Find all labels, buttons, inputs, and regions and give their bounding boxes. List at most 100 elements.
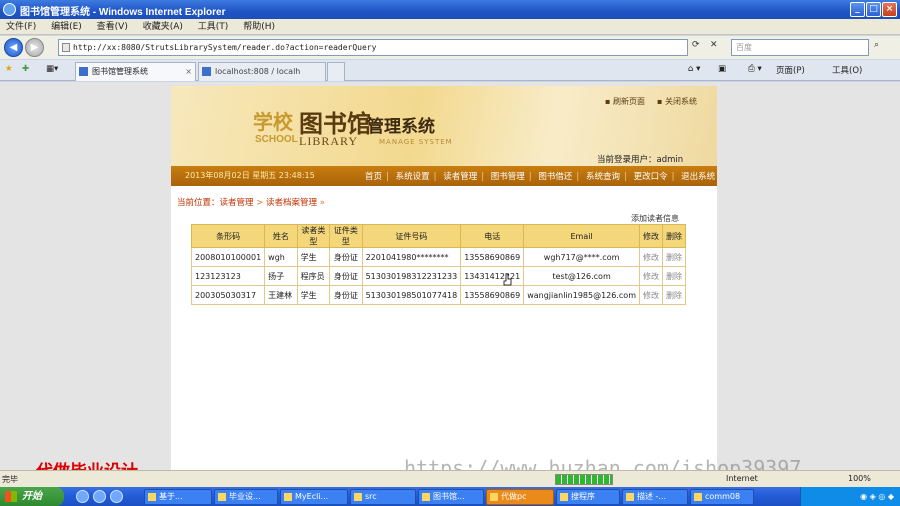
quicklaunch-desktop-icon[interactable]	[93, 490, 106, 503]
taskbar-button-active[interactable]: 代做pc	[486, 489, 554, 505]
cell-id-number: 513030198312231233	[361, 266, 462, 286]
browser-viewport: 学校 SCHOOL 图书馆 LIBRARY 管理系统 MANAGE SYSTEM…	[0, 82, 900, 470]
taskbar-label: 代做pc	[501, 492, 527, 501]
breadcrumb: 当前位置：读者管理 > 读者档案管理 »	[177, 196, 325, 208]
cell-name: 扬子	[264, 266, 298, 286]
col-id-type: 证件类型	[329, 224, 363, 248]
tab-localhost[interactable]: localhost:808 / localh	[198, 62, 326, 81]
cell-name: 王建林	[264, 285, 298, 305]
cell-id-type: 身份证	[329, 247, 363, 267]
tab-label: localhost:808 / localh	[215, 67, 301, 76]
taskbar-button[interactable]: src	[350, 489, 416, 505]
cell-name: wgh	[264, 247, 298, 267]
close-system-link[interactable]: ▪ 关闭系统	[657, 96, 697, 107]
app-icon	[560, 493, 568, 501]
nav-book-mgmt[interactable]: 图书管理	[487, 170, 529, 182]
url-input[interactable]: http://xx:8080/StrutsLibrarySystem/reade…	[58, 39, 688, 56]
tab-list-icon[interactable]: ▦▾	[46, 64, 58, 74]
taskbar-button[interactable]: 描述 -...	[622, 489, 688, 505]
home-icon[interactable]: ⌂ ▾	[688, 64, 700, 74]
quicklaunch-ie-icon[interactable]	[76, 490, 89, 503]
refresh-page-link[interactable]: ▪ 刷新页面	[605, 96, 645, 107]
cell-phone: 13558690869	[460, 285, 525, 305]
window-title: 图书馆管理系统 - Windows Internet Explorer	[20, 7, 226, 18]
nav-home[interactable]: 首页	[361, 170, 386, 182]
search-input[interactable]: 百度	[731, 39, 869, 56]
taskbar-button[interactable]: 基于...	[144, 489, 212, 505]
cell-id-type: 身份证	[329, 266, 363, 286]
taskbar-label: 基于...	[159, 492, 183, 501]
cell-reader-type: 程序员	[296, 266, 331, 286]
forward-button[interactable]: ▶	[25, 38, 44, 57]
taskbar-button[interactable]: 图书馆...	[418, 489, 484, 505]
print-icon[interactable]: ⎙ ▾	[748, 64, 762, 74]
tray-icons[interactable]: ◉ ◈ ◎ ◆	[860, 492, 894, 501]
nav-reader-mgmt[interactable]: 读者管理	[439, 170, 481, 182]
delete-link[interactable]: 删除	[662, 285, 686, 305]
nav-borrow-return[interactable]: 图书借还	[534, 170, 576, 182]
new-tab-button[interactable]	[327, 62, 345, 81]
add-favorite-icon[interactable]: ✚	[22, 64, 29, 74]
cell-reader-type: 学生	[296, 285, 331, 305]
menu-edit[interactable]: 编辑(E)	[45, 19, 88, 35]
cell-id-number: 513030198501077418	[361, 285, 462, 305]
cell-reader-type: 学生	[296, 247, 331, 267]
nav-exit[interactable]: 退出系统	[677, 170, 719, 182]
minimize-button[interactable]: _	[850, 2, 865, 17]
taskbar-button[interactable]: MyEcli...	[280, 489, 348, 505]
cell-email: wangjianlin1985@126.com	[523, 285, 640, 305]
taskbar-button[interactable]: comm08	[690, 489, 754, 505]
maximize-button[interactable]: □	[866, 2, 881, 17]
stop-icon[interactable]: ✕	[710, 40, 718, 50]
ie-logo-icon	[3, 3, 16, 16]
search-icon[interactable]: ⌕	[874, 40, 879, 50]
tab-label: 图书馆管理系统	[92, 67, 148, 76]
taskbar-label: src	[365, 492, 377, 501]
table-row: 200305030317 王建林 学生 身份证 5130301985010774…	[190, 285, 686, 305]
taskbar: 开始 基于... 毕业设... MyEcli... src 图书馆... 代做p…	[0, 487, 900, 506]
menu-help[interactable]: 帮助(H)	[237, 19, 281, 35]
feeds-icon[interactable]: ▣	[718, 64, 726, 74]
tab-close-icon[interactable]: ×	[185, 63, 192, 80]
page-menu[interactable]: 页面(P)	[776, 64, 805, 76]
taskbar-button[interactable]: 毕业设...	[214, 489, 278, 505]
favorites-star-icon[interactable]: ★	[5, 64, 13, 74]
breadcrumb-prefix[interactable]: 当前位置：读者管理	[177, 198, 254, 208]
quicklaunch-media-icon[interactable]	[110, 490, 123, 503]
table-row: 123123123 扬子 程序员 身份证 513030198312231233 …	[190, 266, 686, 286]
cell-id-type: 身份证	[329, 285, 363, 305]
taskbar-button[interactable]: 搜程序	[556, 489, 620, 505]
refresh-icon[interactable]: ⟳	[692, 40, 700, 50]
edit-link[interactable]: 修改	[639, 247, 663, 267]
tools-menu[interactable]: 工具(O)	[832, 64, 862, 76]
menu-favorites[interactable]: 收藏夹(A)	[137, 19, 189, 35]
zoom-level[interactable]: 100%	[848, 474, 871, 483]
library-site: 学校 SCHOOL 图书馆 LIBRARY 管理系统 MANAGE SYSTEM…	[171, 86, 717, 470]
security-zone: Internet	[726, 474, 758, 483]
address-bar: ◀ ▶ http://xx:8080/StrutsLibrarySystem/r…	[0, 36, 900, 59]
status-text: 完毕	[2, 475, 18, 484]
col-reader-type: 读者类型	[296, 224, 331, 248]
reader-table: 条形码 姓名 读者类型 证件类型 证件号码 电话 Email 修改 删除 200…	[190, 224, 686, 305]
document-icon	[218, 493, 226, 501]
menu-view[interactable]: 查看(V)	[91, 19, 134, 35]
edit-link[interactable]: 修改	[639, 266, 663, 286]
edit-link[interactable]: 修改	[639, 285, 663, 305]
close-window-button[interactable]: ×	[882, 2, 897, 17]
menu-tools[interactable]: 工具(T)	[192, 19, 235, 35]
delete-link[interactable]: 删除	[662, 247, 686, 267]
cell-phone: 13431412221	[460, 266, 525, 286]
back-button[interactable]: ◀	[4, 38, 23, 57]
tab-library-system[interactable]: 图书馆管理系统 ×	[75, 62, 196, 81]
menu-file[interactable]: 文件(F)	[0, 19, 42, 35]
start-button[interactable]: 开始	[0, 487, 64, 506]
nav-settings[interactable]: 系统设置	[392, 170, 434, 182]
hand-cursor-icon	[503, 274, 512, 286]
add-reader-link[interactable]: 添加读者信息	[631, 213, 679, 224]
window-title-bar: 图书馆管理系统 - Windows Internet Explorer _ □ …	[0, 0, 900, 19]
col-id-number: 证件号码	[361, 224, 462, 248]
delete-link[interactable]: 删除	[662, 266, 686, 286]
current-date: 2013年08月02日 星期五 23:48:15	[185, 171, 315, 180]
nav-change-password[interactable]: 更改口令	[630, 170, 672, 182]
nav-query[interactable]: 系统查询	[582, 170, 624, 182]
